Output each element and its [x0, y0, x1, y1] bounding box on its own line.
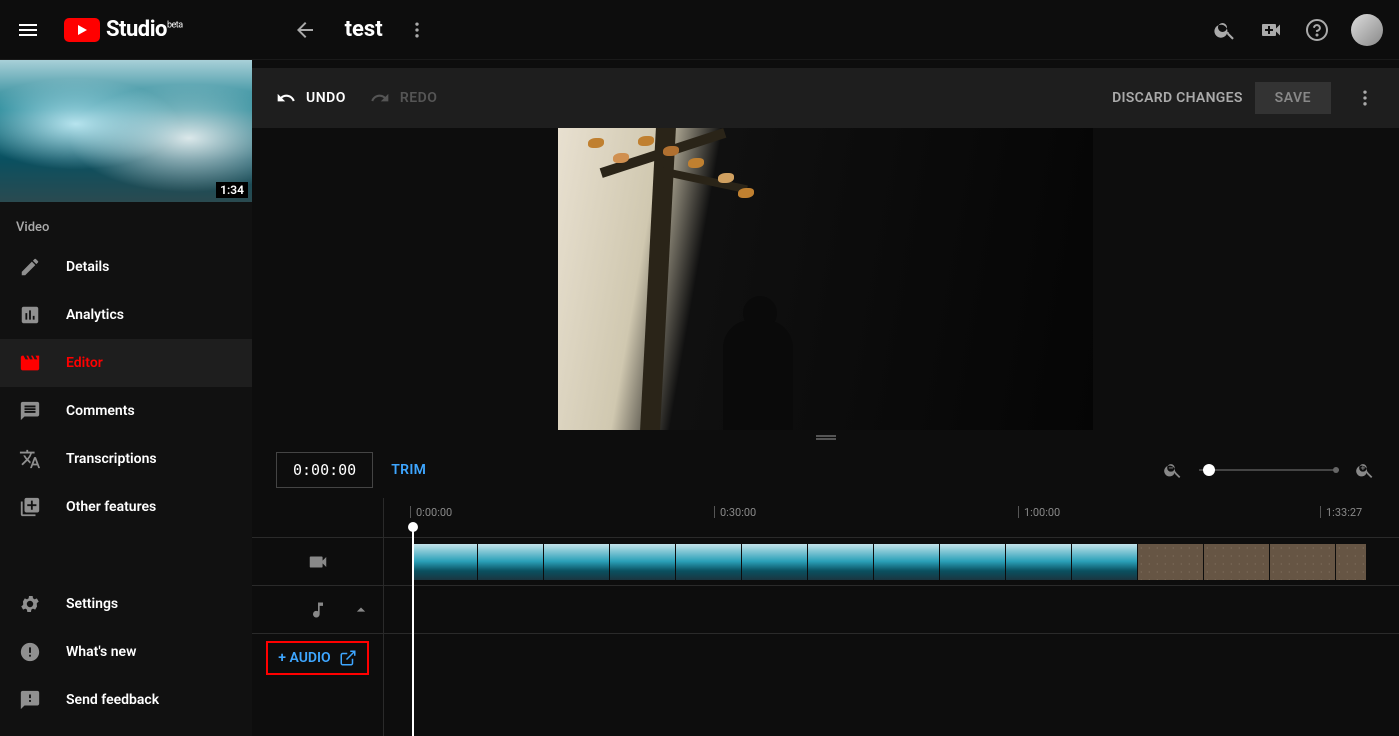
sidebar-item-label: Analytics — [66, 307, 124, 323]
trim-button[interactable]: TRIM — [391, 462, 426, 478]
title-more-icon[interactable] — [407, 20, 427, 40]
translate-icon — [18, 447, 42, 471]
sidebar-item-label: Details — [66, 259, 109, 275]
clip-thumbnail — [1270, 544, 1335, 580]
audio-track[interactable] — [384, 586, 1399, 634]
redo-button[interactable]: REDO — [370, 88, 438, 108]
clip-thumbnail — [610, 544, 675, 580]
comments-icon — [18, 399, 42, 423]
studio-text: Studiobeta — [106, 17, 183, 42]
hamburger-menu-icon[interactable] — [16, 18, 40, 42]
zoom-slider[interactable] — [1199, 469, 1339, 471]
discard-button[interactable]: DISCARD CHANGES — [1112, 90, 1243, 106]
gear-icon — [18, 592, 42, 616]
track-body[interactable]: 0:00:00 0:30:00 1:00:00 1:33:27 — [384, 498, 1399, 736]
zoom-out-icon[interactable] — [1163, 460, 1183, 480]
sidebar-item-label: Transcriptions — [66, 451, 157, 467]
video-track[interactable] — [384, 538, 1399, 586]
ruler-tick: 1:00:00 — [1024, 506, 1060, 519]
sidebar-item-label: Comments — [66, 403, 135, 419]
undo-button[interactable]: UNDO — [276, 88, 346, 108]
sidebar-item-label: Other features — [66, 499, 156, 515]
zoom-in-icon[interactable] — [1355, 460, 1375, 480]
sidebar-item-whats-new[interactable]: What's new — [0, 628, 252, 676]
sidebar-item-other[interactable]: Other features — [0, 483, 252, 531]
sidebar-item-label: What's new — [66, 644, 136, 660]
avatar[interactable] — [1351, 14, 1383, 46]
clip-thumbnail — [1006, 544, 1071, 580]
track-headers: + AUDIO — [252, 498, 384, 736]
sidebar-item-details[interactable]: Details — [0, 243, 252, 291]
save-button[interactable]: SAVE — [1255, 82, 1331, 114]
sidebar-item-analytics[interactable]: Analytics — [0, 291, 252, 339]
sidebar-item-editor[interactable]: Editor — [0, 339, 252, 387]
add-audio-button[interactable]: + AUDIO — [266, 641, 368, 675]
sidebar-item-settings[interactable]: Settings — [0, 580, 252, 628]
video-preview — [252, 128, 1399, 430]
sidebar-item-label: Send feedback — [66, 692, 159, 708]
back-arrow-icon[interactable] — [293, 18, 317, 42]
clip-thumbnail — [742, 544, 807, 580]
sidebar-item-comments[interactable]: Comments — [0, 387, 252, 435]
ruler-tick: 0:00:00 — [416, 506, 452, 519]
clip-thumbnail — [1204, 544, 1269, 580]
playhead[interactable] — [412, 526, 414, 736]
clip-thumbnail — [874, 544, 939, 580]
youtube-logo-icon — [64, 18, 100, 42]
announcement-icon — [18, 640, 42, 664]
clip-thumbnail — [544, 544, 609, 580]
addon-icon — [18, 495, 42, 519]
analytics-icon — [18, 303, 42, 327]
timeline: + AUDIO 0:00:00 0:30:00 1:00:00 1:33:27 — [252, 498, 1399, 736]
open-external-icon — [339, 649, 357, 667]
feedback-icon — [18, 688, 42, 712]
clip-thumbnail — [1336, 544, 1366, 580]
sidebar-item-feedback[interactable]: Send feedback — [0, 676, 252, 724]
clip-thumbnail — [808, 544, 873, 580]
video-title: test — [345, 17, 383, 42]
audio-track-header[interactable] — [252, 586, 383, 634]
sidebar-item-label: Editor — [66, 355, 103, 371]
timeline-controls: 0:00:00 TRIM — [252, 442, 1399, 498]
video-thumbnail[interactable]: 1:34 — [0, 60, 252, 202]
video-track-header — [252, 538, 383, 586]
help-icon[interactable] — [1305, 18, 1329, 42]
timeline-ruler[interactable]: 0:00:00 0:30:00 1:00:00 1:33:27 — [384, 498, 1399, 538]
panel-resize-handle[interactable] — [252, 430, 1399, 442]
editor-toolbar: UNDO REDO DISCARD CHANGES SAVE — [252, 68, 1399, 128]
clip-thumbnail — [1138, 544, 1203, 580]
topbar-right — [1213, 14, 1383, 46]
clip-thumbnail — [1072, 544, 1137, 580]
sidebar-item-transcriptions[interactable]: Transcriptions — [0, 435, 252, 483]
sidebar-section-label: Video — [0, 202, 252, 243]
create-video-icon[interactable] — [1259, 18, 1283, 42]
duration-badge: 1:34 — [216, 182, 248, 198]
toolbar-more-icon[interactable] — [1355, 88, 1375, 108]
preview-frame — [558, 128, 1093, 430]
clip-thumbnail — [676, 544, 741, 580]
editor-content: UNDO REDO DISCARD CHANGES SAVE — [252, 60, 1399, 736]
chevron-up-icon — [351, 600, 371, 620]
music-note-icon — [308, 600, 328, 620]
clip-thumbnail — [478, 544, 543, 580]
sidebar: 1:34 Video Details Analytics Editor Comm… — [0, 60, 252, 736]
clip-thumbnail — [940, 544, 1005, 580]
ruler-tick: 0:30:00 — [720, 506, 756, 519]
ruler-tick: 1:33:27 — [1326, 506, 1362, 519]
clip-thumbnail — [412, 544, 477, 580]
search-icon[interactable] — [1213, 18, 1237, 42]
top-bar: Studiobeta test — [0, 0, 1399, 60]
youtube-studio-logo[interactable]: Studiobeta — [64, 17, 183, 42]
sidebar-item-label: Settings — [66, 596, 118, 612]
timecode-display[interactable]: 0:00:00 — [276, 452, 373, 488]
pencil-icon — [18, 255, 42, 279]
video-camera-icon — [307, 551, 329, 573]
editor-icon — [18, 351, 42, 375]
